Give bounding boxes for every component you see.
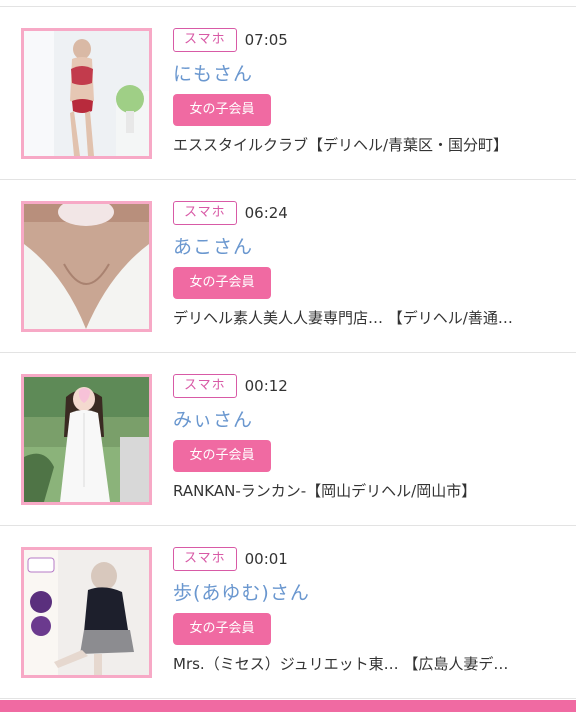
profile-photo[interactable]: [21, 547, 152, 678]
post-meta: スマホ 00:01: [173, 547, 288, 571]
photo-placeholder-icon: [24, 377, 149, 502]
list-item[interactable]: スマホ 00:01 歩(あゆむ)さん 女の子会員 Mrs.（ミセス）ジュリエット…: [0, 526, 576, 699]
member-badge: 女の子会員: [173, 440, 271, 472]
girl-name-link[interactable]: にもさん: [173, 59, 253, 86]
member-badge: 女の子会員: [173, 613, 271, 645]
shop-name[interactable]: エススタイルクラブ【デリヘル/青葉区・国分町】: [173, 134, 553, 155]
profile-photo[interactable]: [21, 28, 152, 159]
list-item[interactable]: スマホ 07:05 にもさん 女の子会員 エススタイルクラブ【デリヘル/青葉区・…: [0, 7, 576, 180]
diary-post-list: スマホ 07:05 にもさん 女の子会員 エススタイルクラブ【デリヘル/青葉区・…: [0, 7, 576, 699]
list-item[interactable]: スマホ 00:12 みぃさん 女の子会員 RANKAN-ランカン-【岡山デリヘル…: [0, 353, 576, 526]
profile-photo[interactable]: [21, 201, 152, 332]
member-badge: 女の子会員: [173, 94, 271, 126]
photo-placeholder-icon: [24, 550, 149, 675]
photo-placeholder-icon: [24, 204, 149, 329]
photo-placeholder-icon: [24, 31, 149, 156]
profile-photo[interactable]: [21, 374, 152, 505]
post-time: 00:12: [244, 377, 288, 395]
device-badge: スマホ: [173, 374, 237, 398]
post-time: 07:05: [244, 31, 288, 49]
device-badge: スマホ: [173, 201, 237, 225]
bottom-accent-bar: [0, 700, 576, 712]
shop-name[interactable]: RANKAN-ランカン-【岡山デリヘル/岡山市】: [173, 480, 553, 501]
device-badge: スマホ: [173, 28, 237, 52]
girl-name-link[interactable]: 歩(あゆむ)さん: [173, 578, 310, 605]
post-time: 00:01: [244, 550, 288, 568]
shop-name[interactable]: Mrs.（ミセス）ジュリエット東… 【広島人妻デ…: [173, 653, 553, 674]
device-badge: スマホ: [173, 547, 237, 571]
girl-name-link[interactable]: みぃさん: [173, 405, 253, 432]
shop-name[interactable]: デリヘル素人美人人妻専門店… 【デリヘル/善通…: [173, 307, 553, 328]
post-meta: スマホ 06:24: [173, 201, 288, 225]
post-meta: スマホ 00:12: [173, 374, 288, 398]
girl-name-link[interactable]: あこさん: [173, 232, 253, 259]
member-badge: 女の子会員: [173, 267, 271, 299]
post-meta: スマホ 07:05: [173, 28, 288, 52]
post-time: 06:24: [244, 204, 288, 222]
list-item[interactable]: スマホ 06:24 あこさん 女の子会員 デリヘル素人美人人妻専門店… 【デリヘ…: [0, 180, 576, 353]
